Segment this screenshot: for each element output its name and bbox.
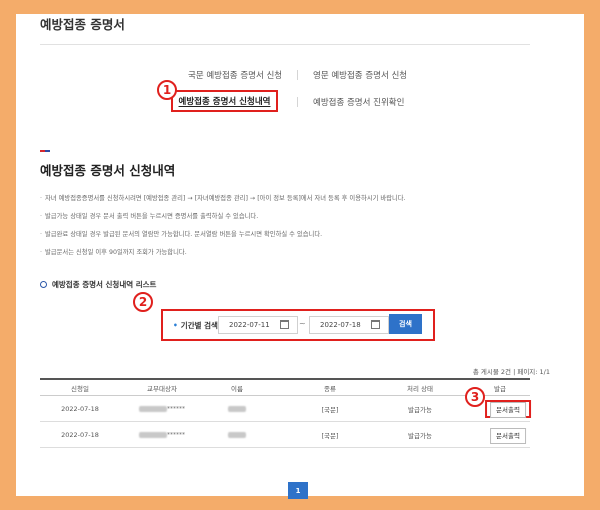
row-target: ******: [139, 431, 185, 439]
print-cell: 문서출력: [490, 427, 526, 444]
print-document-button[interactable]: 문서출력: [490, 401, 526, 418]
table-header: 신청일 교부대상자 이름 종류 처리 상태 발급: [40, 378, 530, 396]
row-date: 2022-07-18: [61, 430, 99, 439]
pagination-page-1[interactable]: 1: [288, 482, 308, 499]
row-status: 발급가능: [408, 405, 432, 414]
row-date: 2022-07-18: [61, 404, 99, 413]
section-title: 예방접종 증명서 신청내역: [40, 163, 176, 178]
header-issue: 발급: [494, 384, 506, 393]
header-status: 처리 상태: [407, 384, 433, 393]
page-title: 예방접종 증명서: [40, 17, 125, 32]
tab-english-certificate[interactable]: 영문 예방접종 증명서 신청: [313, 69, 407, 81]
row-name-masked: [228, 405, 246, 413]
table-row: 2022-07-18 ****** [국문] 발급가능 문서출력: [40, 422, 530, 448]
table-row: 2022-07-18 ****** [국문] 발급가능 문서출력: [40, 396, 531, 422]
print-highlight: 문서출력: [485, 399, 531, 418]
section-accent-bar: [40, 150, 50, 152]
date-to-value: 2022-07-18: [320, 321, 361, 329]
note-item: 발급문서는 신청일 이후 90일까지 조회가 가능합니다.: [40, 244, 520, 262]
note-item: 발급가능 상태일 경우 문서 출력 버튼을 누르시면 증명서를 출력하실 수 있…: [40, 208, 520, 226]
tab-separator: [297, 70, 298, 80]
row-name-masked: [228, 431, 246, 439]
circle-bullet-icon: [40, 281, 47, 288]
row-status: 발급가능: [408, 431, 432, 440]
tab-separator: [297, 97, 298, 107]
header-date: 신청일: [71, 384, 89, 393]
application-table: 신청일 교부대상자 이름 종류 처리 상태 발급 2022-07-18 ****…: [40, 378, 531, 448]
period-search-label: • 기간별 검색: [173, 321, 218, 330]
note-item: 자녀 예방접종증명서를 신청하시려면 [예방접종 관리] → [자녀예방접종 관…: [40, 190, 520, 208]
annotation-marker-2: 2: [133, 292, 153, 312]
list-title-text: 예방접종 증명서 신청내역 리스트: [52, 280, 157, 289]
date-from-value: 2022-07-11: [229, 321, 270, 329]
tab-authenticity-check[interactable]: 예방접종 증명서 진위확인: [313, 96, 404, 108]
tab-application-history[interactable]: 예방접종 증명서 신청내역: [171, 90, 278, 112]
header-name: 이름: [231, 384, 243, 393]
calendar-icon[interactable]: [371, 320, 380, 329]
period-search-label-text: 기간별 검색: [180, 321, 218, 330]
annotation-marker-1: 1: [157, 80, 177, 100]
calendar-icon[interactable]: [280, 320, 289, 329]
row-type: [국문]: [321, 405, 339, 414]
annotation-marker-3: 3: [465, 387, 485, 407]
row-type: [국문]: [321, 431, 339, 440]
date-range-separator: ~: [299, 319, 306, 328]
tab-korean-certificate[interactable]: 국문 예방접종 증명서 신청: [188, 69, 282, 81]
result-summary: 총 게시물 2건 | 페이지: 1/1: [472, 368, 550, 376]
tab-application-history-label: 예방접종 증명서 신청내역: [178, 97, 271, 107]
print-document-button[interactable]: 문서출력: [490, 427, 526, 444]
note-item: 발급완료 상태일 경우 발급된 문서의 열람만 가능합니다. 문서열람 버튼을 …: [40, 226, 520, 244]
row-target: ******: [139, 405, 185, 413]
header-type: 종류: [324, 384, 336, 393]
header-target: 교부대상자: [147, 384, 177, 393]
search-button[interactable]: 검색: [389, 314, 422, 334]
notes-list: 자녀 예방접종증명서를 신청하시려면 [예방접종 관리] → [자녀예방접종 관…: [40, 190, 520, 262]
list-title: 예방접종 증명서 신청내역 리스트: [40, 279, 156, 290]
title-divider: [40, 44, 530, 45]
period-search-box: • 기간별 검색 2022-07-11 ~ 2022-07-18 검색: [161, 309, 435, 341]
